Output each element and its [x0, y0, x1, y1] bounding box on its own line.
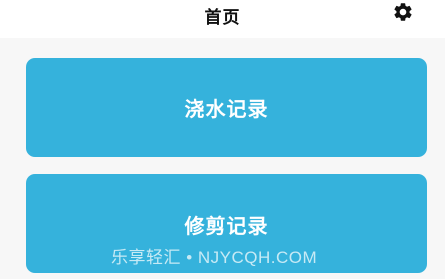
pruning-records-label: 修剪记录 [184, 214, 269, 238]
page-title: 首页 [204, 8, 241, 28]
app-header: 首页 [0, 0, 445, 38]
watering-records-button[interactable]: 浇水记录 [26, 58, 427, 157]
pruning-records-button[interactable]: 修剪记录 [26, 174, 427, 273]
gear-icon [394, 3, 412, 21]
watering-records-label: 浇水记录 [184, 97, 269, 121]
settings-button[interactable] [391, 0, 415, 24]
